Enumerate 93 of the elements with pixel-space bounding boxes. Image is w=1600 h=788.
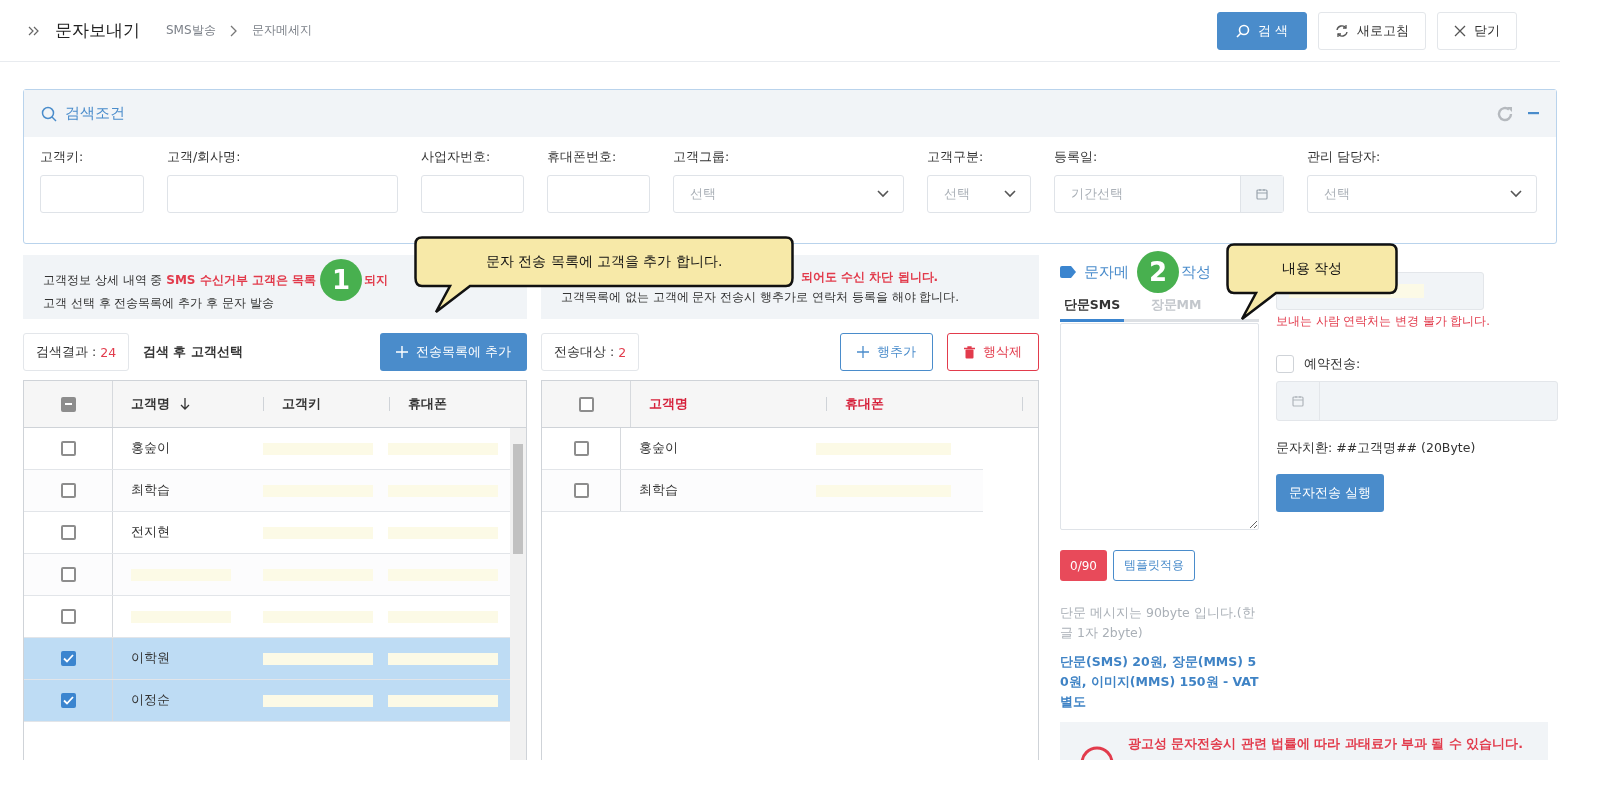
text-field[interactable] — [421, 175, 524, 213]
callout-text: 내용 작성 — [1280, 259, 1344, 278]
refresh-button[interactable]: 새로고침 — [1318, 11, 1426, 50]
checkbox[interactable] — [573, 441, 589, 456]
help-text: 단문 메시지는 90byte 입니다.(한글 1자 2byte) — [1060, 604, 1256, 642]
warning-text: 광고성 문자전송시 관련 법률에 따라 과태료가 부과 될 수 있습니다. — [1128, 736, 1523, 753]
text-field[interactable] — [40, 175, 144, 213]
checkbox[interactable] — [60, 525, 76, 540]
notice-text: 고객정보 상세 내역 중 SMS 수신거부 고객은 목록 — [43, 272, 317, 289]
field-label: 고객구분: — [927, 149, 985, 166]
checkbox[interactable] — [60, 441, 76, 456]
column-header[interactable]: 휴대폰 — [408, 395, 447, 413]
field-label: 휴대폰번호: — [547, 149, 618, 166]
plus-icon — [857, 346, 869, 358]
template-button[interactable]: 템플릿적용 — [1112, 550, 1195, 581]
notice-text: 고객 선택 후 전송목록에 추가 후 문자 발송 — [43, 295, 275, 312]
field-label: 사업자번호: — [421, 149, 492, 166]
step-badge: 2 — [1137, 251, 1179, 293]
checkbox[interactable] — [60, 693, 76, 708]
result-count: 검색결과 : 24 — [23, 333, 130, 371]
chevron-right-icon — [229, 24, 238, 37]
column-header[interactable]: 고객명 — [649, 395, 688, 413]
chevron-down-icon — [877, 190, 889, 198]
select-field[interactable]: 선택 — [673, 175, 904, 213]
message-field[interactable] — [1060, 323, 1259, 530]
section-title: 문자메 — [1084, 262, 1129, 282]
chevron-down-icon — [1510, 190, 1522, 198]
calendar-icon — [1292, 395, 1304, 407]
text-field[interactable] — [547, 175, 650, 213]
refresh-icon — [1335, 23, 1349, 38]
scrollbar[interactable] — [510, 428, 526, 760]
field-label: 고객그룹: — [673, 149, 731, 166]
close-icon — [1454, 24, 1466, 37]
arrow-down-icon[interactable] — [180, 398, 190, 410]
field-label: 관리 담당자: — [1307, 149, 1382, 166]
search-icon — [1235, 23, 1250, 38]
hint-text: 검색 후 고객선택 — [143, 343, 243, 361]
select-field[interactable]: 선택 — [927, 175, 1031, 213]
field-label: 등록일: — [1054, 149, 1099, 166]
plus-icon — [395, 346, 408, 358]
add-to-list-button[interactable]: 전송목록에 추가 — [379, 333, 527, 371]
chevron-down-icon — [1004, 190, 1016, 198]
checkbox[interactable] — [60, 609, 76, 624]
column-header[interactable]: 휴대폰 — [845, 395, 884, 413]
pricing-text: 단문(SMS) 20원, 장문(MMS) 50원, 이미지(MMS) 150원 - VAT별도 — [1060, 653, 1259, 711]
notice-text: 되지 — [364, 272, 389, 289]
table-cell: 홍숲이 — [131, 440, 170, 457]
table-cell: 이정순 — [131, 692, 170, 709]
date-field[interactable]: 기간선택 — [1054, 175, 1284, 213]
search-icon — [41, 105, 57, 122]
select-field[interactable]: 선택 — [1307, 175, 1537, 213]
table-cell: 최학습 — [639, 482, 678, 499]
date-field[interactable] — [1276, 381, 1558, 421]
table-cell: 이학원 — [131, 650, 170, 667]
table-cell: 최학습 — [131, 482, 170, 499]
checkbox[interactable] — [60, 483, 76, 498]
section-title: 작성 — [1181, 262, 1211, 282]
page-title: 문자보내기 — [55, 19, 140, 42]
table-cell: 홍숲이 — [639, 440, 678, 457]
checkbox[interactable] — [60, 567, 76, 582]
tag-icon — [1060, 266, 1076, 278]
field-label: 고객/회사명: — [167, 149, 242, 166]
checkbox[interactable] — [60, 396, 76, 412]
sender-note: 보내는 사람 연락처는 변경 불가 합니다. — [1276, 314, 1491, 329]
field-label: 고객키: — [40, 149, 85, 166]
reload-icon[interactable] — [1496, 104, 1514, 123]
notice-text: 고객목록에 없는 고객에 문자 전송시 행추가로 연락처 등록을 해야 합니다. — [561, 289, 961, 306]
collapse-icon[interactable] — [1528, 112, 1539, 115]
checkbox-label: 예약전송: — [1304, 355, 1361, 373]
add-row-button[interactable]: 행추가 — [840, 333, 933, 371]
breadcrumb-item[interactable]: 문자메세지 — [251, 22, 312, 39]
close-button[interactable]: 닫기 — [1437, 11, 1517, 50]
checkbox[interactable] — [60, 651, 76, 666]
search-button[interactable]: 검 색 — [1216, 11, 1307, 50]
table-cell: 전지현 — [131, 524, 170, 541]
calendar-icon — [1256, 188, 1268, 200]
trash-icon — [964, 345, 975, 359]
column-header[interactable]: 고객명 — [131, 395, 170, 413]
text-field[interactable] — [167, 175, 398, 213]
byte-counter: 0/90 — [1060, 550, 1107, 581]
step-badge: 1 — [320, 259, 363, 301]
double-chevron-icon — [28, 25, 39, 36]
notice-text: 되어도 수신 차단 됩니다. — [801, 269, 939, 286]
checkbox[interactable] — [573, 483, 589, 498]
substitution-text: 문자치환: ##고객명## (20Byte) — [1276, 440, 1477, 457]
delete-row-button[interactable]: 행삭제 — [947, 333, 1039, 371]
column-header[interactable]: 고객키 — [282, 395, 321, 413]
breadcrumb-item[interactable]: SMS발송 — [166, 22, 216, 39]
panel-title: 검색조건 — [65, 104, 125, 123]
target-count: 전송대상 : 2 — [541, 333, 640, 371]
send-button[interactable]: 문자전송 실행 — [1276, 474, 1385, 512]
checkbox[interactable] — [578, 396, 594, 412]
callout-text: 문자 전송 목록에 고객을 추가 합니다. — [484, 252, 724, 271]
